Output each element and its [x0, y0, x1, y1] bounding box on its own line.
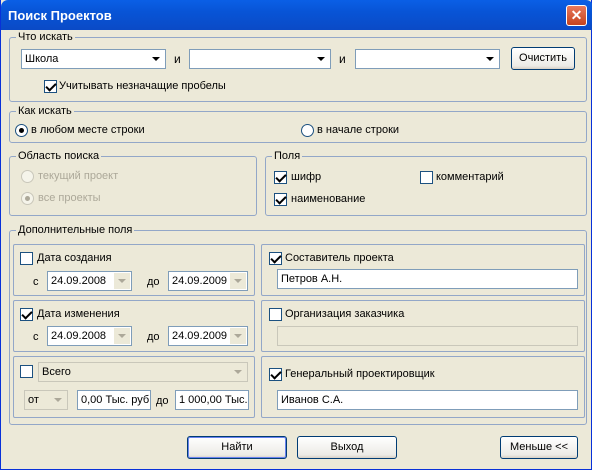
chevron-down-icon[interactable]: [230, 328, 246, 344]
total-min-input[interactable]: 0,00 Тыс. руб: [77, 390, 151, 410]
total-to-label: до: [156, 395, 169, 407]
chevron-down-icon[interactable]: [114, 328, 130, 344]
author-checkbox[interactable]: [269, 252, 282, 265]
author-input[interactable]: Петров А.Н.: [277, 269, 578, 289]
modified-from-label: с: [33, 331, 39, 343]
fields-legend: Поля: [272, 150, 303, 162]
search-term-combo-1[interactable]: Школа: [21, 49, 166, 69]
total-type-combo[interactable]: Всего: [38, 362, 248, 382]
code-checkbox[interactable]: [274, 171, 287, 184]
creation-from-label: с: [33, 276, 39, 288]
ignore-spaces-checkbox[interactable]: [44, 80, 57, 93]
search-term-combo-3[interactable]: [355, 49, 500, 69]
how-to-search-legend: Как искать: [16, 105, 74, 117]
customer-org-input[interactable]: [277, 326, 578, 346]
modified-to-label: до: [147, 331, 160, 343]
modified-from-date[interactable]: 24.09.2008: [47, 326, 132, 346]
customer-org-label: Организация заказчика: [285, 308, 405, 320]
exit-button[interactable]: Выход: [297, 436, 397, 459]
close-icon[interactable]: ✕: [566, 5, 587, 26]
search-area-group: Область поиска: [9, 150, 257, 216]
total-checkbox[interactable]: [20, 365, 33, 378]
chevron-down-icon[interactable]: [482, 51, 498, 67]
creation-date-checkbox[interactable]: [20, 252, 33, 265]
comment-checkbox[interactable]: [420, 171, 433, 184]
customer-org-checkbox[interactable]: [269, 308, 282, 321]
chevron-down-icon[interactable]: [50, 392, 66, 408]
window-title: Поиск Проектов: [8, 8, 112, 23]
additional-fields-legend: Дополнительные поля: [16, 224, 135, 236]
modified-to-date[interactable]: 24.09.2009: [168, 326, 248, 346]
and-label-1: и: [174, 52, 181, 66]
less-button[interactable]: Меньше <<: [500, 436, 578, 459]
what-to-search-group: Что искать: [9, 31, 587, 102]
comment-label: комментарий: [436, 171, 504, 183]
creation-date-label: Дата создания: [37, 252, 112, 264]
general-designer-label: Генеральный проектировщик: [285, 368, 435, 380]
search-projects-dialog: Поиск Проектов ✕ Что искать Школа и и Оч…: [0, 0, 592, 470]
chevron-down-icon[interactable]: [230, 364, 246, 380]
name-checkbox[interactable]: [274, 193, 287, 206]
total-comparison-combo[interactable]: от: [24, 390, 68, 410]
all-projects-label: все проекты: [38, 192, 101, 204]
title-bar: Поиск Проектов ✕: [1, 0, 592, 30]
current-project-radio[interactable]: [21, 170, 34, 183]
line-start-label: в начале строки: [317, 124, 400, 136]
line-start-radio[interactable]: [301, 124, 314, 137]
chevron-down-icon[interactable]: [148, 51, 164, 67]
anywhere-label: в любом месте строки: [31, 124, 145, 136]
current-project-label: текущий проект: [38, 170, 119, 182]
what-to-search-legend: Что искать: [16, 31, 75, 43]
find-button[interactable]: Найти: [187, 436, 287, 459]
total-max-input[interactable]: 1 000,00 Тыс.: [175, 390, 249, 410]
creation-from-date[interactable]: 24.09.2008: [47, 271, 132, 291]
anywhere-radio[interactable]: [15, 124, 28, 137]
clear-button[interactable]: Очистить: [511, 47, 575, 70]
search-area-legend: Область поиска: [16, 150, 102, 162]
general-designer-input[interactable]: Иванов С.А.: [277, 390, 578, 410]
search-term-combo-2[interactable]: [189, 49, 331, 69]
general-designer-checkbox[interactable]: [269, 368, 282, 381]
fields-group: Поля: [265, 150, 587, 216]
modified-date-checkbox[interactable]: [20, 308, 33, 321]
chevron-down-icon[interactable]: [313, 51, 329, 67]
ignore-spaces-label: Учитывать незначащие пробелы: [59, 80, 226, 92]
name-label: наименование: [291, 193, 366, 205]
code-label: шифр: [291, 171, 322, 183]
modified-date-label: Дата изменения: [37, 308, 120, 320]
creation-to-label: до: [147, 276, 160, 288]
all-projects-radio[interactable]: [21, 192, 34, 205]
author-label: Составитель проекта: [285, 252, 394, 264]
creation-to-date[interactable]: 24.09.2009: [168, 271, 248, 291]
chevron-down-icon[interactable]: [230, 273, 246, 289]
chevron-down-icon[interactable]: [114, 273, 130, 289]
and-label-2: и: [339, 52, 346, 66]
